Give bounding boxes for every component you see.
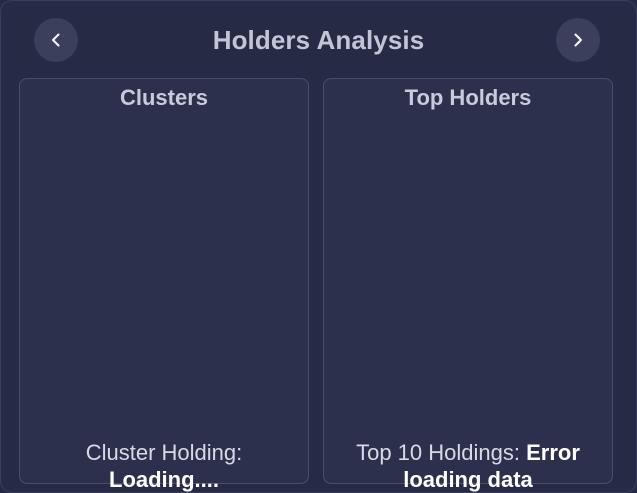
- clusters-panel: Clusters Cluster Holding: Loading....: [19, 78, 309, 492]
- top-holdings-status: Top 10 Holdings: Error loading data: [324, 439, 612, 493]
- next-button[interactable]: [556, 18, 600, 62]
- cluster-holding-label: Cluster Holding:: [85, 440, 243, 465]
- page-title: Holders Analysis: [212, 25, 425, 55]
- top-holdings-label: Top 10 Holdings:: [356, 440, 527, 465]
- top-holders-panel-title: Top Holders: [404, 85, 532, 110]
- top-holders-panel: Top Holders Top 10 Holdings: Error loadi…: [323, 78, 613, 492]
- holders-analysis-widget: Holders Analysis Clusters Cluster Holdin…: [0, 0, 637, 493]
- chevron-right-icon: [574, 33, 582, 47]
- cluster-holding-status: Cluster Holding: Loading....: [20, 439, 308, 493]
- cluster-holding-value: Loading....: [109, 467, 219, 492]
- clusters-panel-title: Clusters: [119, 85, 209, 110]
